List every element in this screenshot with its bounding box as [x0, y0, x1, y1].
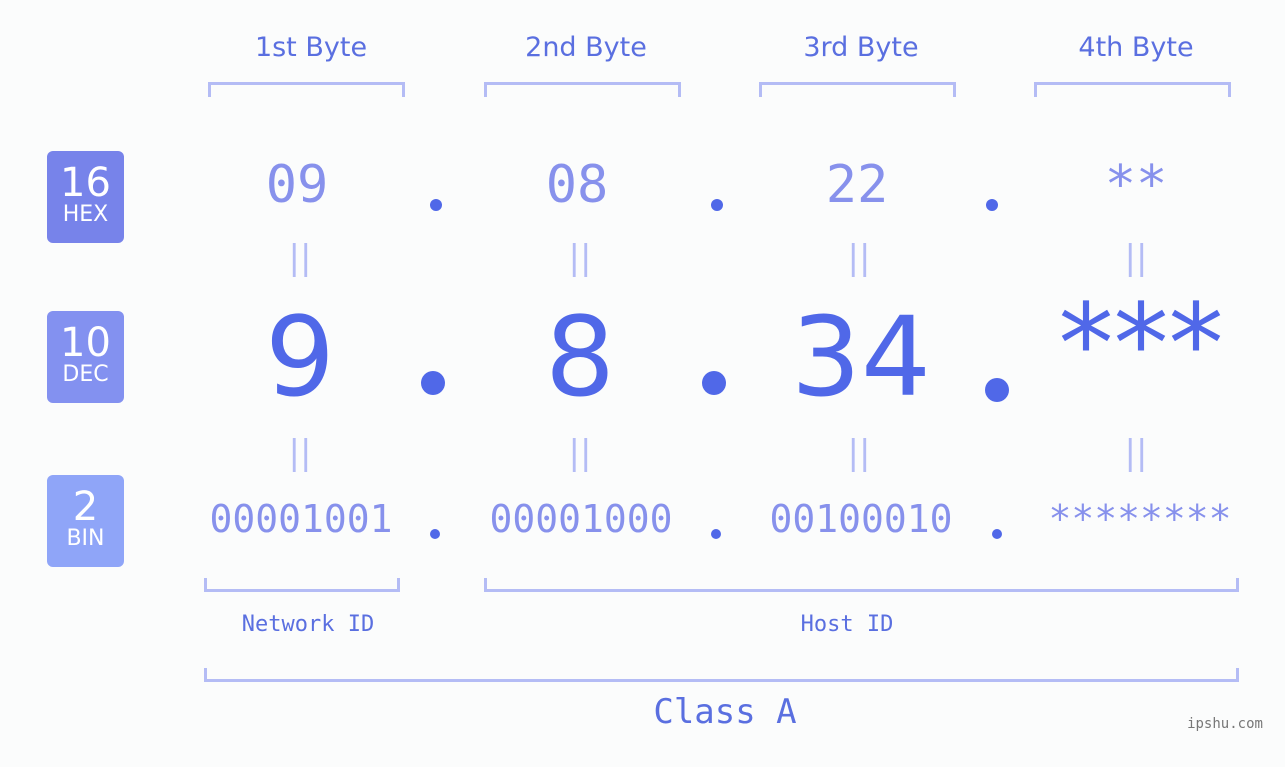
host-id-label: Host ID	[800, 612, 894, 637]
byte-bracket-3	[759, 82, 956, 97]
hex-dot-3	[986, 199, 998, 211]
dec-value-1: 9	[265, 293, 335, 421]
bin-value-1: 00001001	[209, 497, 393, 541]
bin-value-2: 00001000	[489, 497, 673, 541]
hex-badge: 16 HEX	[47, 151, 124, 243]
dec-badge-number: 10	[60, 320, 111, 366]
class-label: Class A	[653, 692, 797, 732]
hex-value-4: **	[1104, 155, 1168, 215]
equals-hex-dec-1: ||	[288, 238, 312, 278]
hex-dot-1	[430, 199, 442, 211]
byte-bracket-2	[484, 82, 681, 97]
hex-value-1: 09	[265, 155, 329, 215]
dec-dot-1	[421, 371, 445, 395]
watermark: ipshu.com	[1187, 716, 1263, 732]
equals-hex-dec-2: ||	[568, 238, 592, 278]
byte-bracket-4	[1034, 82, 1231, 97]
hex-badge-number: 16	[60, 160, 111, 206]
byte-header-3: 3rd Byte	[803, 32, 919, 63]
equals-dec-bin-2: ||	[568, 433, 592, 473]
byte-header-1: 1st Byte	[254, 32, 368, 63]
dec-value-3: 34	[791, 293, 931, 421]
dec-badge: 10 DEC	[47, 311, 124, 403]
hex-badge-label: HEX	[62, 202, 109, 227]
class-bracket	[204, 668, 1239, 682]
network-id-label: Network ID	[241, 612, 375, 637]
equals-hex-dec-3: ||	[847, 238, 871, 278]
bin-value-3: 00100010	[769, 497, 953, 541]
equals-dec-bin-3: ||	[847, 433, 871, 473]
dec-value-2: 8	[545, 293, 615, 421]
bin-badge-number: 2	[72, 484, 99, 530]
byte-bracket-1	[208, 82, 405, 97]
network-id-bracket	[204, 578, 400, 592]
equals-dec-bin-4: ||	[1124, 433, 1148, 473]
dec-dot-3	[985, 378, 1009, 402]
dec-dot-2	[702, 371, 726, 395]
hex-value-2: 08	[545, 155, 609, 215]
hex-dot-2	[711, 199, 723, 211]
hex-value-3: 22	[825, 155, 889, 215]
bin-dot-3	[992, 529, 1002, 539]
equals-hex-dec-4: ||	[1124, 238, 1148, 278]
dec-value-4: ***	[1058, 280, 1224, 408]
bin-dot-2	[711, 529, 721, 539]
bin-badge: 2 BIN	[47, 475, 124, 567]
bin-dot-1	[430, 529, 440, 539]
dec-badge-label: DEC	[62, 362, 109, 387]
byte-header-4: 4th Byte	[1078, 32, 1194, 63]
equals-dec-bin-1: ||	[288, 433, 312, 473]
bin-value-4: ********	[1048, 497, 1232, 541]
bin-badge-label: BIN	[66, 526, 105, 551]
byte-header-2: 2nd Byte	[525, 32, 647, 63]
host-id-bracket	[484, 578, 1239, 592]
